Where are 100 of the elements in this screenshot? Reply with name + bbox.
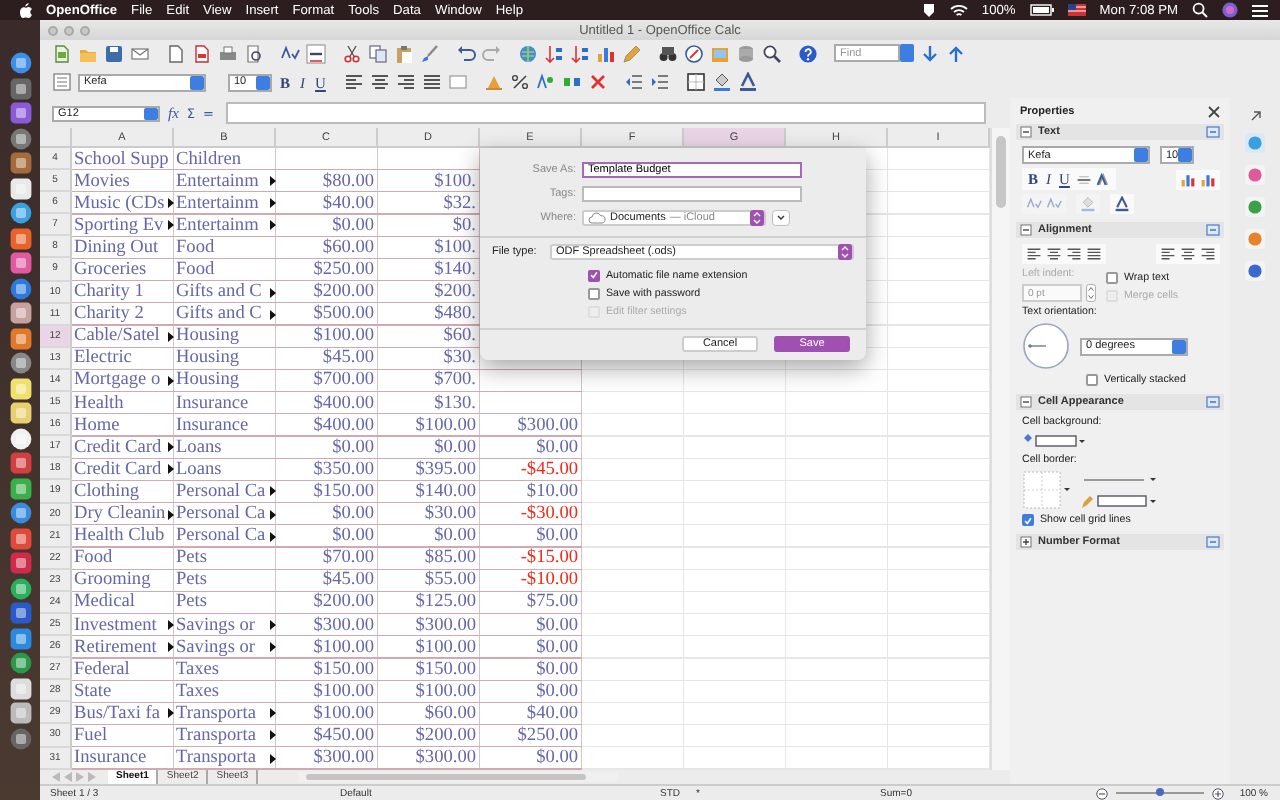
app-icon[interactable] — [9, 702, 31, 724]
app-icon[interactable] — [9, 727, 31, 749]
delete-decimal-icon[interactable] — [587, 72, 608, 92]
app-icon[interactable] — [9, 227, 31, 249]
siri-icon[interactable] — [1222, 2, 1238, 18]
save-icon[interactable] — [104, 43, 124, 63]
app-icon[interactable] — [9, 152, 31, 174]
more-options-icon[interactable] — [1206, 126, 1220, 138]
app-icon[interactable] — [9, 577, 31, 599]
flag-icon[interactable] — [1067, 4, 1086, 16]
checkbox[interactable] — [1106, 272, 1118, 284]
align-center-icon[interactable] — [369, 72, 390, 92]
horizontal-scrollbar[interactable] — [298, 772, 619, 782]
app-icon[interactable] — [9, 377, 31, 399]
arrow-down-icon[interactable] — [920, 43, 940, 63]
background-color-dropdown[interactable] — [1022, 432, 1086, 450]
background-color-icon[interactable] — [711, 72, 732, 92]
collapse-icon[interactable] — [1020, 224, 1032, 236]
merge-cells-icon[interactable] — [447, 72, 468, 92]
formula-input[interactable] — [225, 102, 986, 124]
spinner-icon[interactable] — [1086, 284, 1096, 302]
sort-descending-icon[interactable] — [570, 43, 590, 63]
zoom-icon[interactable] — [762, 43, 782, 63]
battery-icon[interactable] — [1029, 4, 1054, 16]
collapse-icon[interactable] — [1020, 396, 1032, 408]
tags-field[interactable] — [582, 185, 802, 201]
align-right-icon[interactable] — [395, 72, 416, 92]
paintbrush-icon[interactable] — [420, 43, 440, 63]
app-icon[interactable] — [9, 502, 31, 524]
copy-icon[interactable] — [368, 43, 388, 63]
more-options-icon[interactable] — [1206, 536, 1220, 548]
app-icon[interactable] — [9, 127, 31, 149]
zoom-in-icon[interactable] — [1211, 787, 1224, 799]
align-top-icon[interactable] — [1160, 246, 1176, 262]
app-icon[interactable] — [9, 302, 31, 324]
increase-indent-icon[interactable] — [649, 72, 670, 92]
app-icon[interactable] — [9, 327, 31, 349]
apple-icon[interactable] — [18, 2, 32, 18]
app-icon[interactable] — [9, 427, 31, 449]
app-icon[interactable] — [9, 477, 31, 499]
font-color-icon[interactable] — [737, 72, 758, 92]
app-icon[interactable] — [9, 177, 31, 199]
justify-icon[interactable] — [421, 72, 442, 92]
align-icon[interactable] — [1066, 246, 1082, 262]
help-icon[interactable] — [798, 43, 818, 63]
undo-icon[interactable] — [456, 43, 476, 63]
app-icon[interactable] — [9, 202, 31, 224]
close-icon[interactable] — [1208, 105, 1220, 117]
checkbox[interactable] — [1022, 514, 1034, 526]
arrow-up-icon[interactable] — [946, 43, 966, 63]
globe-icon[interactable] — [518, 43, 538, 63]
checkbox[interactable] — [588, 287, 600, 299]
spellcheck-icon[interactable] — [280, 43, 300, 63]
app-icon[interactable] — [9, 102, 31, 124]
border-color-dropdown[interactable] — [1080, 491, 1160, 509]
autospell-icon[interactable] — [306, 43, 326, 63]
dock-panel-icon[interactable] — [1249, 110, 1261, 122]
app-icon[interactable] — [9, 627, 31, 649]
checkbox[interactable] — [1086, 374, 1098, 386]
app-icon[interactable] — [9, 277, 31, 299]
app-icon[interactable] — [9, 527, 31, 549]
zoom-out-icon[interactable] — [1095, 787, 1108, 799]
checkbox[interactable] — [588, 269, 600, 281]
cut-icon[interactable] — [342, 43, 362, 63]
more-options-icon[interactable] — [1206, 224, 1220, 236]
more-options-icon[interactable] — [1206, 396, 1220, 408]
app-icon[interactable] — [9, 652, 31, 674]
decrease-indent-icon[interactable] — [623, 72, 644, 92]
strikethrough-icon[interactable] — [1075, 171, 1092, 187]
app-icon[interactable] — [9, 452, 31, 474]
expand-icon[interactable] — [1020, 536, 1032, 548]
print-icon[interactable] — [218, 43, 238, 63]
app-icon[interactable] — [9, 77, 31, 99]
number-format-icon[interactable] — [535, 72, 556, 92]
align-icon[interactable] — [1026, 246, 1042, 262]
page-preview-icon[interactable] — [244, 43, 264, 63]
cell-border-dropdown[interactable] — [1022, 470, 1070, 510]
sort-ascending-icon[interactable] — [544, 43, 564, 63]
align-middle-icon[interactable] — [1180, 246, 1196, 262]
vertical-scrollbar[interactable] — [990, 128, 1010, 770]
search-icon[interactable] — [1192, 2, 1208, 18]
app-icon[interactable] — [9, 52, 31, 74]
list-icon[interactable] — [1252, 3, 1268, 17]
compass-icon[interactable] — [684, 43, 704, 63]
align-icon[interactable] — [1046, 246, 1062, 262]
align-bottom-icon[interactable] — [1200, 246, 1216, 262]
collapse-icon[interactable] — [1020, 126, 1032, 138]
app-icon[interactable] — [9, 402, 31, 424]
app-icon[interactable] — [9, 677, 31, 699]
app-icon[interactable] — [9, 352, 31, 374]
shadow-icon[interactable] — [1095, 171, 1112, 187]
binoculars-icon[interactable] — [658, 43, 678, 63]
align-left-icon[interactable] — [343, 72, 364, 92]
add-decimal-icon[interactable] — [561, 72, 582, 92]
percent-icon[interactable] — [509, 72, 530, 92]
font-color-icon[interactable] — [1114, 196, 1130, 212]
expand-chevron-button[interactable] — [772, 209, 790, 225]
new-document-icon[interactable] — [52, 43, 72, 63]
bar-chart-icon[interactable] — [596, 43, 616, 63]
shield-icon[interactable] — [921, 2, 936, 18]
